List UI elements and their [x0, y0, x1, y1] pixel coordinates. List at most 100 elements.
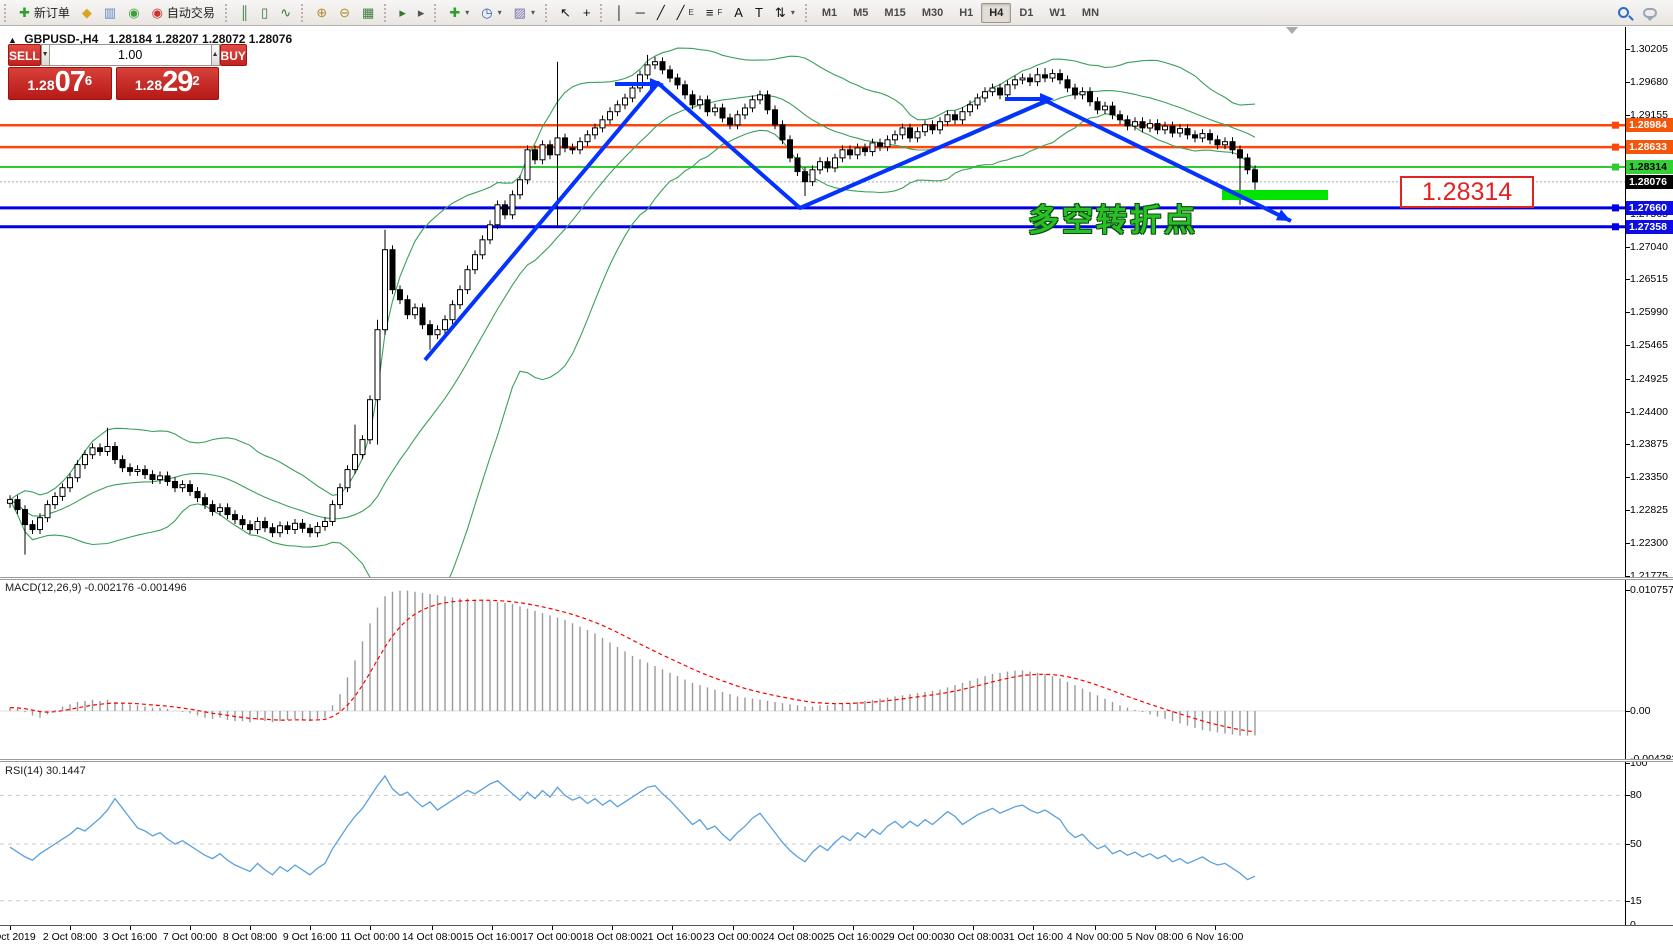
toolbar-grip[interactable]: [4, 4, 11, 22]
time-tick: 1 Oct 2019: [0, 931, 36, 943]
time-tick: 6 Nov 16:00: [1187, 931, 1244, 943]
dropdown-caret-icon[interactable]: ▾: [791, 8, 795, 17]
timeframe-mn-button[interactable]: MN: [1074, 3, 1107, 23]
timeframe-m30-button[interactable]: M30: [914, 3, 951, 23]
fibonacci-icon[interactable]: ≡F: [700, 2, 728, 24]
toolbar-grip[interactable]: [301, 4, 308, 22]
line-anchor[interactable]: [1612, 204, 1619, 211]
toolbar-grip[interactable]: [225, 4, 232, 22]
chat-icon[interactable]: [1643, 8, 1657, 18]
sell-price-panel[interactable]: 1.28 07 6: [8, 67, 112, 100]
time-axis[interactable]: 1 Oct 2019 2 Oct 08:00 3 Oct 16:00 7 Oct…: [0, 925, 1673, 948]
buy-button[interactable]: BUY: [220, 44, 247, 66]
macd-label: MACD(12,26,9) -0.002176 -0.001496: [5, 582, 187, 594]
rsi-label: RSI(14) 30.1447: [5, 765, 86, 777]
horizontal-line-icon[interactable]: ─: [630, 2, 651, 24]
toolbar-grip[interactable]: [805, 4, 812, 22]
market-watch-icon[interactable]: ▥: [98, 2, 122, 24]
cursor-icon[interactable]: ↖: [554, 2, 577, 24]
periods-icon[interactable]: ◷▾: [475, 2, 507, 24]
price-tick: 1.27040: [1630, 241, 1668, 253]
templates-icon[interactable]: ▨▾: [508, 2, 541, 24]
zoom-in-icon[interactable]: ⊕: [310, 2, 333, 24]
text-icon[interactable]: A: [728, 2, 749, 24]
time-tick: 11 Oct 00:00: [340, 931, 399, 943]
toolbar-grip[interactable]: [434, 4, 441, 22]
bar-chart-icon[interactable]: ║: [234, 2, 255, 24]
main-pane[interactable]: [0, 48, 1625, 643]
timeframe-m15-button[interactable]: M15: [876, 3, 913, 23]
timeframe-d1-button[interactable]: D1: [1011, 3, 1041, 23]
chart-window[interactable]: ▲ GBPUSD-,H4 1.28184 1.28207 1.28072 1.2…: [0, 27, 1673, 948]
rsi-tick: 80: [1630, 789, 1642, 801]
price-tick: 1.24400: [1630, 406, 1668, 418]
rsi-pane[interactable]: [0, 776, 1625, 901]
macd-tick: 0.00: [1630, 705, 1650, 717]
price-badge: 1.27660: [1626, 201, 1673, 215]
vertical-line-icon[interactable]: │: [609, 2, 629, 24]
macd-pane-separator[interactable]: [0, 577, 1673, 580]
line-anchor[interactable]: [1612, 122, 1619, 129]
line-anchor[interactable]: [1612, 164, 1619, 171]
timeframe-m5-button[interactable]: M5: [845, 3, 876, 23]
line-chart-icon[interactable]: ∿: [274, 2, 297, 24]
bollinger-bands[interactable]: [10, 48, 1255, 643]
new-order-button[interactable]: ✚新订单: [13, 2, 76, 24]
shapes-icon[interactable]: ⇅▾: [769, 2, 801, 24]
toolbar-grip[interactable]: [600, 4, 607, 22]
timeframe-h4-button[interactable]: H4: [981, 3, 1011, 23]
chart-shift-marker[interactable]: [1286, 27, 1298, 34]
volume-input[interactable]: [50, 44, 211, 66]
crosshair-icon[interactable]: +: [577, 2, 597, 24]
trendline-icon[interactable]: ╱: [651, 2, 671, 24]
price-axis[interactable]: 1.30205 1.29680 1.29155 1.27565 1.27040 …: [1625, 27, 1673, 925]
signals-icon[interactable]: ◉: [122, 2, 145, 24]
candlestick-chart-icon[interactable]: ▯: [255, 2, 274, 24]
tile-windows-icon[interactable]: ▦: [356, 2, 380, 24]
dropdown-caret-icon[interactable]: ▾: [531, 8, 535, 17]
channel-icon[interactable]: ╱E: [671, 2, 700, 24]
horizontal-line-icon-icon: ─: [636, 6, 645, 19]
search-icon[interactable]: [1618, 7, 1629, 18]
timeframe-m1-button[interactable]: M1: [814, 3, 845, 23]
line-anchor[interactable]: [1612, 223, 1619, 230]
timeframe-w1-button[interactable]: W1: [1041, 3, 1074, 23]
time-tick: 8 Oct 08:00: [223, 931, 277, 943]
volume-down-button[interactable]: ▼: [41, 44, 50, 66]
toolbar-grip[interactable]: [545, 4, 552, 22]
buy-price-panel[interactable]: 1.28 29 2: [116, 67, 220, 100]
dropdown-caret-icon[interactable]: ▾: [465, 8, 469, 17]
time-tick: 31 Oct 16:00: [1003, 931, 1063, 943]
chart-window-icon[interactable]: ◆: [76, 2, 98, 24]
time-tick: 3 Oct 16:00: [103, 931, 157, 943]
label-icon[interactable]: T: [749, 2, 769, 24]
dropdown-caret-icon[interactable]: ▾: [498, 8, 502, 17]
zoom-out-icon[interactable]: ⊖: [333, 2, 356, 24]
line-anchor[interactable]: [1612, 144, 1619, 151]
sell-button[interactable]: SELL: [8, 44, 41, 66]
volume-up-button[interactable]: ▲: [211, 44, 220, 66]
time-tick: 14 Oct 08:00: [402, 931, 462, 943]
label-icon-icon: T: [755, 6, 763, 19]
time-tick: 7 Oct 00:00: [163, 931, 217, 943]
indicators-icon[interactable]: ✚▾: [443, 2, 475, 24]
toolbar-grip[interactable]: [384, 4, 391, 22]
time-tick: 18 Oct 08:00: [582, 931, 642, 943]
chart-shift-icon[interactable]: ▸: [412, 2, 431, 24]
price-tick: 1.25990: [1630, 306, 1668, 318]
timeframe-h1-button[interactable]: H1: [951, 3, 981, 23]
zoom-out-icon-icon: ⊖: [339, 6, 350, 19]
auto-scroll-icon[interactable]: ▸: [393, 2, 412, 24]
macd-pane[interactable]: [0, 591, 1625, 736]
price-tick: 1.26515: [1630, 273, 1668, 285]
sell-price-prefix: 1.28: [27, 73, 54, 97]
autotrading-button[interactable]: ◉自动交易: [146, 2, 221, 24]
turning-point-annotation[interactable]: 多空转折点: [1028, 195, 1198, 240]
chart-canvas[interactable]: [0, 27, 1673, 948]
rsi-pane-separator[interactable]: [0, 759, 1673, 762]
candlestick-series: [8, 55, 1258, 555]
sell-price-sup: 6: [85, 66, 92, 96]
line-chart-icon-icon: ∿: [280, 6, 291, 19]
price-callout-box[interactable]: 1.28314: [1400, 176, 1534, 208]
market-watch-icon-icon: ▥: [104, 6, 116, 19]
